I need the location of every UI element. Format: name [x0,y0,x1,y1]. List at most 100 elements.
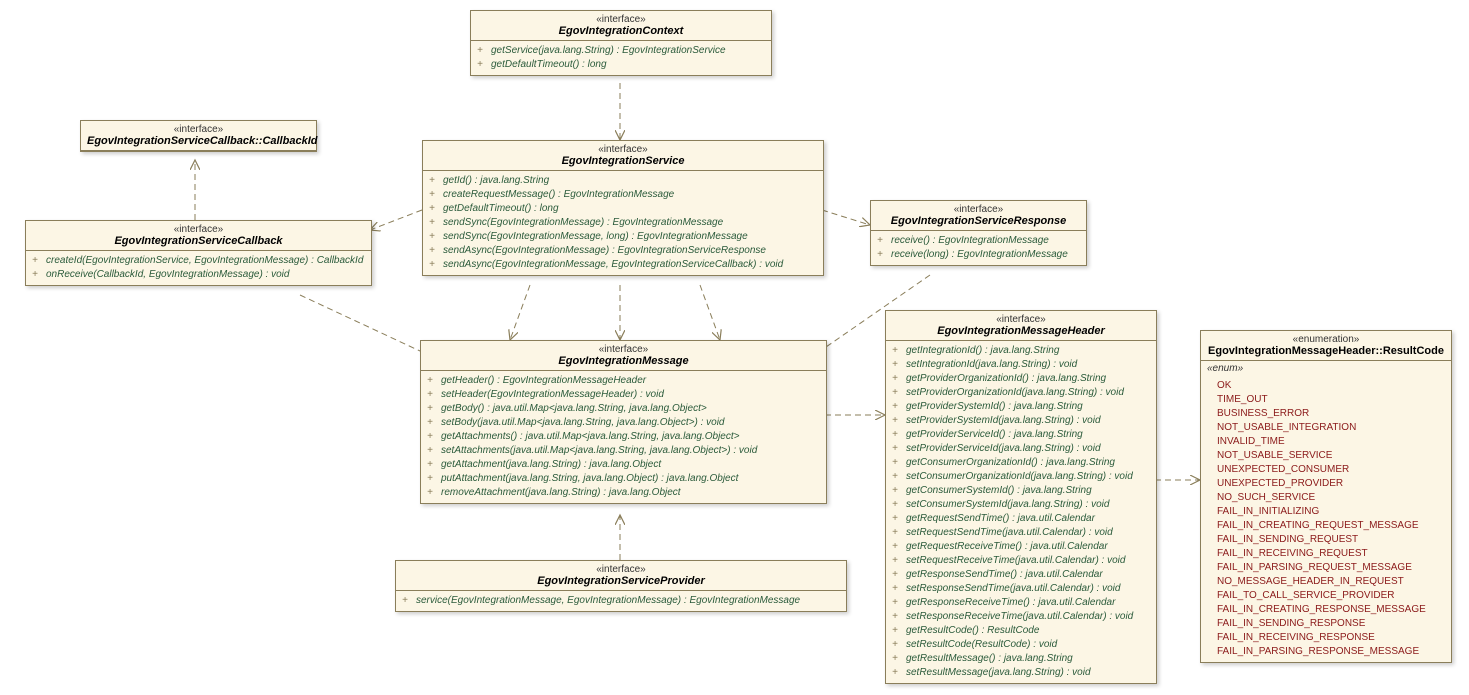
operation: +receive() : EgovIntegrationMessage [877,234,1080,248]
enum-value: FAIL_IN_SENDING_RESPONSE [1207,617,1445,631]
class-name: EgovIntegrationServiceProvider [537,575,705,587]
enum-value: FAIL_IN_SENDING_REQUEST [1207,533,1445,547]
class-header: «interface» EgovIntegrationContext [471,11,771,41]
class-header-msg: «interface» EgovIntegrationMessageHeader… [885,310,1157,684]
operation: +getConsumerSystemId() : java.lang.Strin… [892,484,1150,498]
class-callback: «interface» EgovIntegrationServiceCallba… [25,220,372,286]
class-header: «interface» EgovIntegrationService [423,141,823,171]
operation: +setIntegrationId(java.lang.String) : vo… [892,358,1150,372]
enum-value: FAIL_IN_CREATING_REQUEST_MESSAGE [1207,519,1445,533]
class-name: EgovIntegrationServiceCallback [114,235,282,247]
stereotype: «interface» [32,224,365,235]
enum-value: NOT_USABLE_INTEGRATION [1207,421,1445,435]
class-header: «interface» EgovIntegrationServiceRespon… [871,201,1086,231]
enum-value: FAIL_IN_CREATING_RESPONSE_MESSAGE [1207,603,1445,617]
class-name: EgovIntegrationService [562,155,685,167]
operation: +sendSync(EgovIntegrationMessage, long) … [429,230,817,244]
operation: +setProviderOrganizationId(java.lang.Str… [892,386,1150,400]
operation: +getProviderSystemId() : java.lang.Strin… [892,400,1150,414]
class-header: «interface» EgovIntegrationServiceProvid… [396,561,846,591]
operation: +setResultMessage(java.lang.String) : vo… [892,666,1150,680]
operation: +getAttachment(java.lang.String) : java.… [427,458,820,472]
operation: +setAttachments(java.util.Map<java.lang.… [427,444,820,458]
enum-value: UNEXPECTED_PROVIDER [1207,477,1445,491]
enum-value: UNEXPECTED_CONSUMER [1207,463,1445,477]
class-name: EgovIntegrationServiceCallback::Callback… [87,135,317,147]
operation: +sendSync(EgovIntegrationMessage) : Egov… [429,216,817,230]
stereotype: «enumeration» [1207,334,1445,345]
operation: +getResultMessage() : java.lang.String [892,652,1150,666]
enum-value: OK [1207,379,1445,393]
operation: +sendAsync(EgovIntegrationMessage) : Ego… [429,244,817,258]
operation: +getAttachments() : java.util.Map<java.l… [427,430,820,444]
operation: +getId() : java.lang.String [429,174,817,188]
class-provider: «interface» EgovIntegrationServiceProvid… [395,560,847,612]
enum-value: NOT_USABLE_SERVICE [1207,449,1445,463]
class-header: «interface» EgovIntegrationServiceCallba… [26,221,371,251]
operation: +receive(long) : EgovIntegrationMessage [877,248,1080,262]
enum-value: FAIL_IN_PARSING_REQUEST_MESSAGE [1207,561,1445,575]
class-header: «interface» EgovIntegrationMessageHeader [886,311,1156,341]
op-list: +receive() : EgovIntegrationMessage+rece… [871,231,1086,265]
op-list: +createId(EgovIntegrationService, EgovIn… [26,251,371,285]
class-header: «interface» EgovIntegrationServiceCallba… [81,121,316,151]
op-list: +getService(java.lang.String) : EgovInte… [471,41,771,75]
enum-value: FAIL_IN_RECEIVING_RESPONSE [1207,631,1445,645]
class-callback-id: «interface» EgovIntegrationServiceCallba… [80,120,317,152]
operation: +getResponseReceiveTime() : java.util.Ca… [892,596,1150,610]
operation: +createId(EgovIntegrationService, EgovIn… [32,254,365,268]
enum-value: TIME_OUT [1207,393,1445,407]
operation: +removeAttachment(java.lang.String) : ja… [427,486,820,500]
enum-value: FAIL_IN_RECEIVING_REQUEST [1207,547,1445,561]
operation: +getRequestSendTime() : java.util.Calend… [892,512,1150,526]
stereotype: «interface» [87,124,310,135]
operation: +getResultCode() : ResultCode [892,624,1150,638]
class-name: EgovIntegrationContext [559,25,684,37]
enum-value: FAIL_IN_PARSING_RESPONSE_MESSAGE [1207,645,1445,659]
operation: +getIntegrationId() : java.lang.String [892,344,1150,358]
enum-value: FAIL_TO_CALL_SERVICE_PROVIDER [1207,589,1445,603]
operation: +setConsumerOrganizationId(java.lang.Str… [892,470,1150,484]
stereotype: «interface» [402,564,840,575]
stereotype: «interface» [427,344,820,355]
operation: +setProviderServiceId(java.lang.String) … [892,442,1150,456]
operation: +service(EgovIntegrationMessage, EgovInt… [402,594,840,608]
operation: +getProviderServiceId() : java.lang.Stri… [892,428,1150,442]
operation: +putAttachment(java.lang.String, java.la… [427,472,820,486]
operation: +getResponseSendTime() : java.util.Calen… [892,568,1150,582]
operation: +getRequestReceiveTime() : java.util.Cal… [892,540,1150,554]
op-list: +getIntegrationId() : java.lang.String+s… [886,341,1156,683]
operation: +getConsumerOrganizationId() : java.lang… [892,456,1150,470]
operation: +getService(java.lang.String) : EgovInte… [477,44,765,58]
stereotype: «interface» [877,204,1080,215]
op-list: +service(EgovIntegrationMessage, EgovInt… [396,591,846,611]
op-list: +getHeader() : EgovIntegrationMessageHea… [421,371,826,503]
operation: +setResponseReceiveTime(java.util.Calend… [892,610,1150,624]
class-context: «interface» EgovIntegrationContext +getS… [470,10,772,76]
operation: +setResultCode(ResultCode) : void [892,638,1150,652]
enum-value: INVALID_TIME [1207,435,1445,449]
class-name: EgovIntegrationMessageHeader [937,325,1105,337]
operation: +sendAsync(EgovIntegrationMessage, EgovI… [429,258,817,272]
operation: +setConsumerSystemId(java.lang.String) :… [892,498,1150,512]
class-service: «interface» EgovIntegrationService +getI… [422,140,824,276]
enum-value: NO_MESSAGE_HEADER_IN_REQUEST [1207,575,1445,589]
stereotype: «interface» [892,314,1150,325]
enum-label: «enum» [1201,361,1451,376]
operation: +setRequestSendTime(java.util.Calendar) … [892,526,1150,540]
class-name: EgovIntegrationMessageHeader::ResultCode [1208,345,1444,357]
operation: +setBody(java.util.Map<java.lang.String,… [427,416,820,430]
enum-result-code: «enumeration» EgovIntegrationMessageHead… [1200,330,1452,663]
enum-values: OK TIME_OUT BUSINESS_ERROR NOT_USABLE_IN… [1201,376,1451,662]
stereotype: «interface» [429,144,817,155]
op-list: +getId() : java.lang.String+createReques… [423,171,823,275]
class-header: «interface» EgovIntegrationMessage [421,341,826,371]
class-header: «enumeration» EgovIntegrationMessageHead… [1201,331,1451,361]
operation: +setResponseSendTime(java.util.Calendar)… [892,582,1150,596]
operation: +setProviderSystemId(java.lang.String) :… [892,414,1150,428]
operation: +onReceive(CallbackId, EgovIntegrationMe… [32,268,365,282]
stereotype: «interface» [477,14,765,25]
class-message: «interface» EgovIntegrationMessage +getH… [420,340,827,504]
class-name: EgovIntegrationMessage [558,355,688,367]
enum-value: FAIL_IN_INITIALIZING [1207,505,1445,519]
